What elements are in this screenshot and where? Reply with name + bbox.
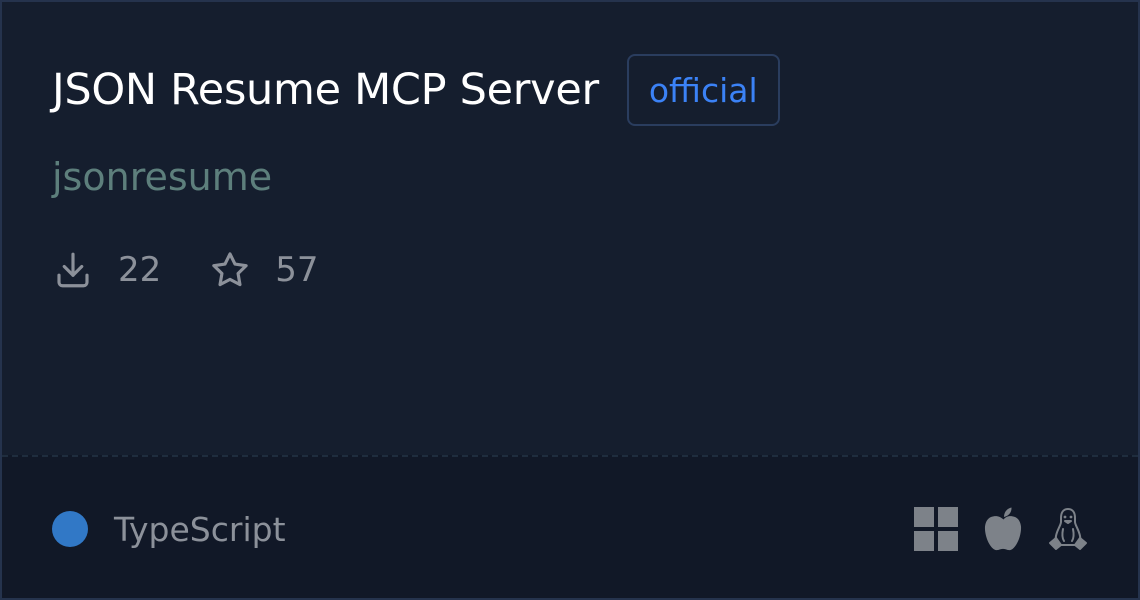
- server-card[interactable]: JSON Resume MCP Server official jsonresu…: [0, 0, 1140, 600]
- language-name: TypeScript: [114, 509, 286, 549]
- stars-stat: 57: [209, 249, 319, 291]
- downloads-stat: 22: [52, 249, 161, 291]
- stats-row: 22 57: [52, 246, 319, 294]
- linux-icon: [1049, 508, 1087, 550]
- language-color-dot: [52, 511, 88, 547]
- stars-count: 57: [275, 250, 319, 290]
- download-icon: [57, 252, 89, 288]
- downloads-count: 22: [118, 250, 162, 290]
- card-footer: TypeScript: [2, 455, 1138, 598]
- official-badge: official: [626, 54, 780, 126]
- platform-icons: [914, 505, 1088, 553]
- star-icon: [212, 252, 248, 287]
- title-row: JSON Resume MCP Server official: [52, 52, 780, 128]
- server-title[interactable]: JSON Resume MCP Server: [52, 68, 599, 112]
- windows-icon: [914, 507, 958, 551]
- language-info: TypeScript: [52, 503, 286, 555]
- apple-icon: [984, 507, 1022, 551]
- author-name[interactable]: jsonresume: [52, 152, 272, 202]
